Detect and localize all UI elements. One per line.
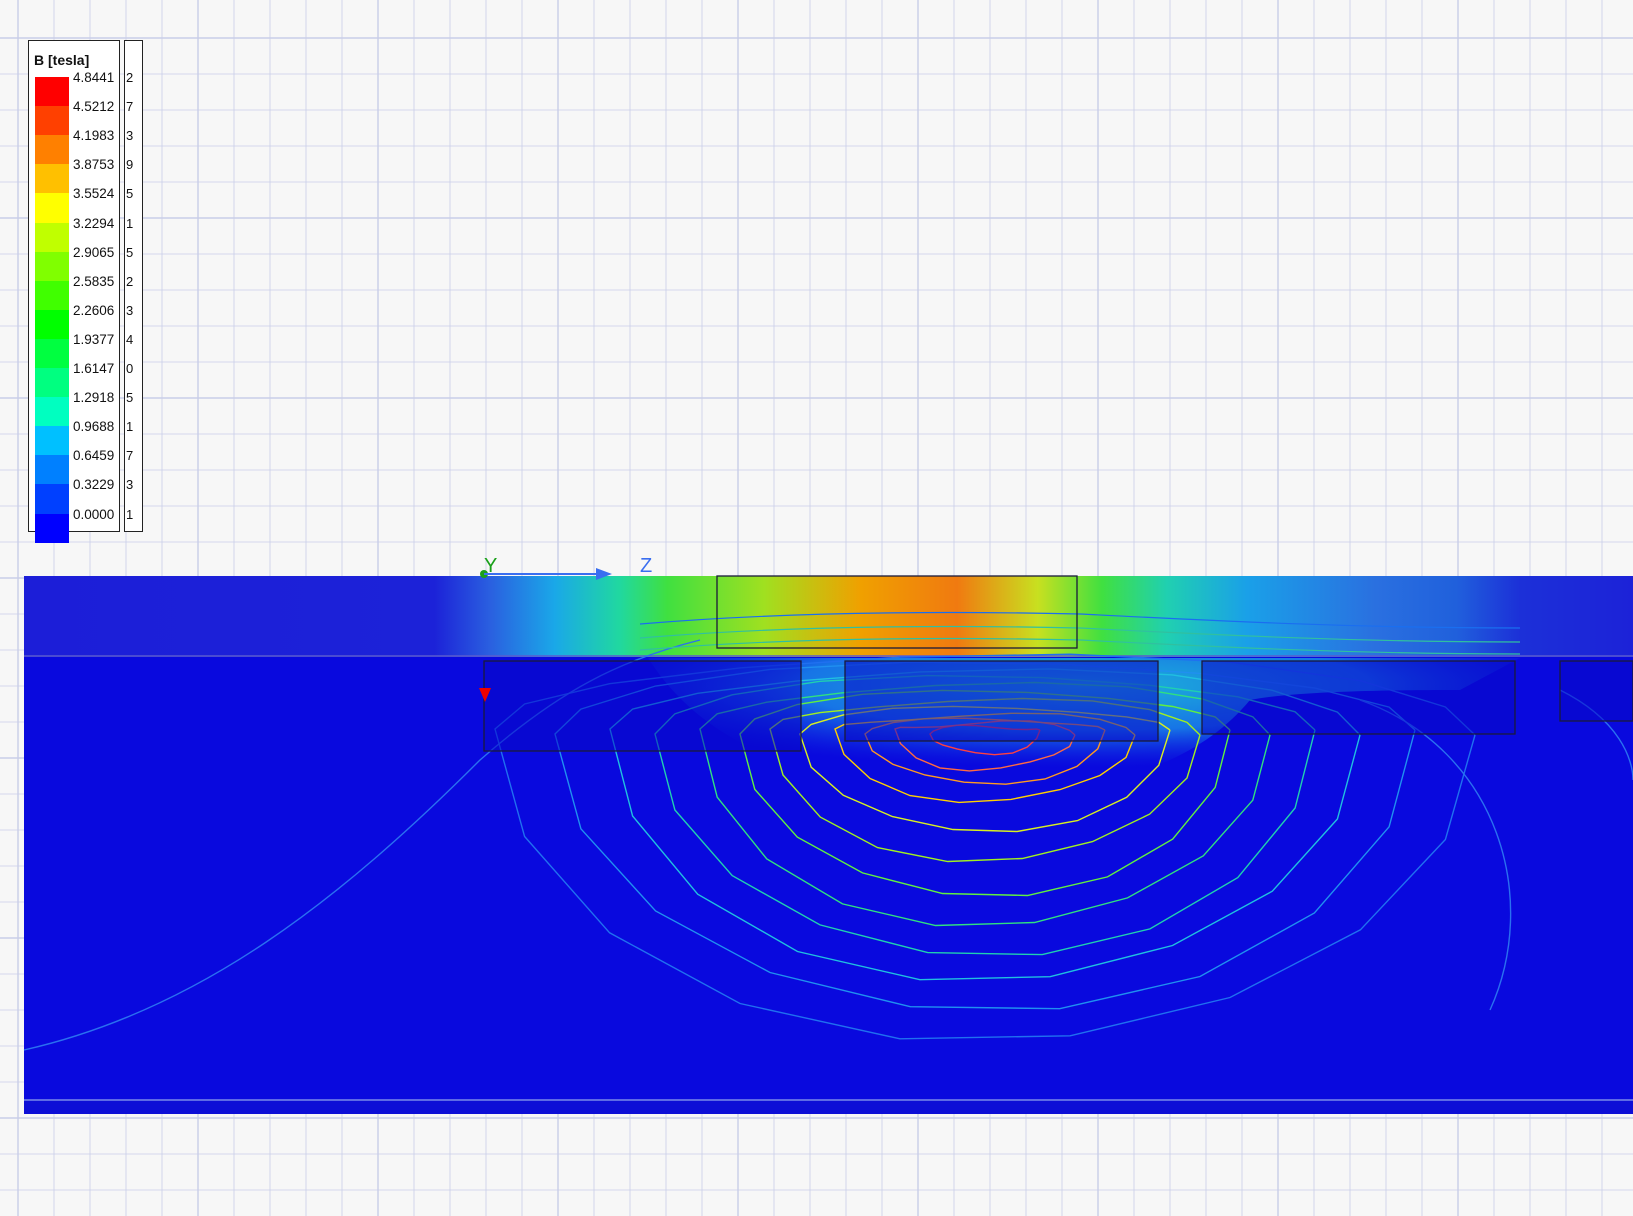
legend-value: 1.6147 [73, 361, 115, 376]
legend-shadow-digit: 5 [126, 390, 134, 406]
legend-value: 0.6459 [73, 448, 115, 464]
legend-value: 2.2606 [73, 302, 115, 318]
legend-swatch [35, 164, 69, 194]
legend-swatch [35, 368, 69, 398]
legend-shadow-digit: 1 [126, 506, 134, 522]
legend-swatch [35, 397, 69, 427]
legend-shadow-digit: 0 [126, 361, 134, 376]
legend-value: 3.8753 [73, 157, 115, 173]
legend-swatch [35, 338, 69, 369]
legend-value: 4.5212 [73, 99, 115, 115]
legend-value: 4.8441 [73, 70, 115, 85]
legend-swatch [35, 513, 69, 544]
legend-value: 2.9065 [73, 244, 115, 260]
field-plot [23, 575, 1633, 1114]
color-legend[interactable]: B [tesla] 4.8441 4.5212 4.1983 3.8753 3.5524… [28, 40, 120, 544]
legend-swatch [35, 193, 69, 223]
legend-swatch [35, 484, 69, 514]
legend-value: 1.2918 [73, 390, 115, 406]
plot-bottom-band [24, 1100, 1633, 1114]
legend-swatch [35, 455, 69, 485]
y-axis-label: Y [484, 555, 498, 577]
legend-shadow-digit: 1 [126, 419, 134, 435]
legend-shadow-digit: 5 [126, 244, 134, 260]
legend-value: 2.5835 [73, 273, 115, 289]
legend-value: 3.5524 [73, 186, 115, 202]
legend-value: 1.9377 [73, 331, 115, 347]
legend-shadow-digit: 3 [126, 302, 134, 318]
geometry-outline [1201, 660, 1516, 735]
legend-value: 0.3229 [73, 477, 115, 493]
legend-shadow-digit: 4 [126, 331, 134, 347]
legend-shadow-digit: 3 [126, 128, 134, 144]
legend-shadow-digit: 5 [126, 186, 134, 202]
z-axis-label: Z [640, 555, 653, 577]
legend-shadow-digit: 2 [126, 70, 134, 85]
field-plot-canvas[interactable] [0, 0, 1633, 1216]
legend-shadow-digit: 7 [126, 99, 134, 115]
legend-shadow-digit: 7 [126, 448, 134, 464]
legend-value: 3.2294 [73, 215, 115, 231]
geometry-outline [844, 660, 1159, 742]
legend-swatch [35, 251, 69, 282]
geometry-outline [1559, 660, 1633, 722]
legend-shadow-digit: 1 [126, 215, 134, 231]
legend-shadow-column: 2 7 3 9 5 1 5 2 3 4 0 5 1 7 3 1 [124, 40, 143, 532]
legend-swatch [35, 77, 69, 107]
3d-viewport[interactable]: Y Z [0, 0, 1633, 1216]
legend-swatch [35, 222, 69, 253]
legend-value: 4.1983 [73, 128, 115, 144]
legend-shadow-digit: 9 [126, 157, 134, 173]
legend-value: 0.9688 [73, 419, 115, 435]
legend-swatch [35, 135, 69, 165]
legend-shadow-digit: 3 [126, 477, 134, 493]
legend-swatch [35, 106, 69, 136]
legend-value: 0.0000 [73, 506, 115, 522]
legend-title: B [tesla] [34, 52, 90, 68]
top-layer-region [24, 576, 1633, 657]
legend-swatch [35, 309, 69, 340]
legend-shadow-digit: 2 [126, 273, 134, 289]
geometry-outline [483, 660, 802, 752]
legend-swatch [35, 280, 69, 311]
legend-swatch [35, 426, 69, 456]
